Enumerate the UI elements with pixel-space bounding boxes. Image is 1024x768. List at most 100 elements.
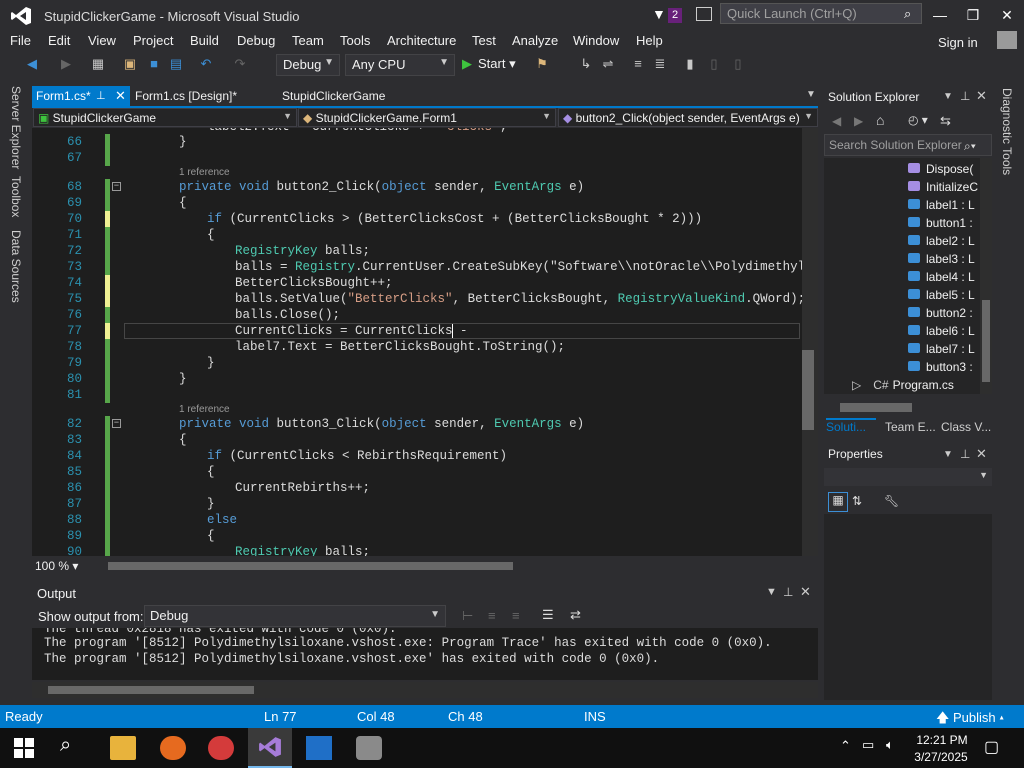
- windows-start-icon[interactable]: [14, 738, 34, 758]
- close-tab-icon[interactable]: ✕: [115, 88, 126, 104]
- menu-architecture[interactable]: Architecture: [387, 33, 456, 48]
- solution-horizontal-scroll-thumb[interactable]: [840, 403, 912, 412]
- comment-icon[interactable]: ≡: [630, 56, 646, 72]
- tree-item[interactable]: label4 : L: [908, 270, 975, 284]
- home-icon[interactable]: ⌂: [876, 112, 884, 128]
- open-file-icon[interactable]: ▣: [122, 56, 138, 72]
- output-scroll-thumb[interactable]: [48, 686, 254, 694]
- account-icon[interactable]: [997, 31, 1017, 49]
- class-nav-select[interactable]: ◆ StupidClickerGame.Form1 ▼: [298, 108, 556, 127]
- tab-team-explorer[interactable]: Team E...: [885, 420, 936, 434]
- solution-pin-icon[interactable]: ⊥: [960, 89, 970, 103]
- step-icon[interactable]: ↳: [578, 56, 594, 72]
- feedback-icon[interactable]: [696, 7, 712, 21]
- editor-horizontal-scroll-thumb[interactable]: [108, 562, 513, 570]
- menu-project[interactable]: Project: [133, 33, 173, 48]
- clock-time[interactable]: 12:21 PM: [912, 733, 972, 747]
- sign-in-link[interactable]: Sign in: [938, 35, 978, 50]
- tree-item[interactable]: label2 : L: [908, 234, 975, 248]
- action-center-icon[interactable]: ▢: [984, 737, 999, 757]
- sync-icon[interactable]: ⇆: [940, 113, 951, 129]
- tree-item[interactable]: button2 :: [908, 306, 973, 320]
- menu-analyze[interactable]: Analyze: [512, 33, 558, 48]
- properties-close-icon[interactable]: ✕: [976, 446, 987, 462]
- pending-changes-icon[interactable]: ◴ ▾: [908, 113, 928, 127]
- project-nav-select[interactable]: ▣ StupidClickerGame ▼: [33, 108, 297, 127]
- menu-tools[interactable]: Tools: [340, 33, 370, 48]
- menu-team[interactable]: Team: [292, 33, 324, 48]
- menu-test[interactable]: Test: [472, 33, 496, 48]
- notification-filter-icon[interactable]: ▼: [652, 6, 666, 22]
- output-pin-icon[interactable]: ⊥: [783, 585, 793, 599]
- configuration-select[interactable]: Debug ▼: [276, 54, 340, 76]
- properties-object-select[interactable]: ▼: [824, 468, 992, 486]
- minimize-button[interactable]: —: [925, 4, 955, 26]
- member-nav-select[interactable]: ◆ button2_Click(object sender, EventArgs…: [558, 108, 818, 127]
- align-icon[interactable]: ⇌: [600, 56, 616, 72]
- properties-dropdown-icon[interactable]: ▼: [943, 449, 953, 460]
- output-close-icon[interactable]: ✕: [800, 584, 811, 600]
- back-icon[interactable]: ◀: [832, 114, 841, 128]
- pin-icon[interactable]: ⊥: [96, 89, 106, 102]
- zoom-select[interactable]: 100 % ▾: [35, 559, 78, 573]
- network-icon[interactable]: ▭: [862, 737, 874, 753]
- volume-icon[interactable]: 🔈︎: [886, 737, 894, 753]
- server-explorer-tab[interactable]: Server Explorer: [9, 86, 23, 169]
- properties-pin-icon[interactable]: ⊥: [960, 447, 970, 461]
- editor-vertical-scrollbar[interactable]: [802, 128, 818, 556]
- property-pages-icon[interactable]: 🔧︎: [884, 494, 899, 508]
- save-icon[interactable]: ■: [146, 56, 162, 72]
- restore-button[interactable]: ❐: [958, 4, 988, 26]
- clock-date[interactable]: 3/27/2025: [906, 750, 976, 764]
- search-icon[interactable]: ⌕: [904, 6, 911, 22]
- solution-tree[interactable]: Dispose( InitializeC label1 : L button1 …: [824, 158, 980, 394]
- menu-window[interactable]: Window: [573, 33, 619, 48]
- app-icon[interactable]: [208, 736, 234, 760]
- tree-item[interactable]: label6 : L: [908, 324, 975, 338]
- menu-build[interactable]: Build: [190, 33, 219, 48]
- undo-icon[interactable]: ↶: [198, 56, 214, 72]
- code-editor[interactable]: label2.Text = CurrentClicks + " clicks";…: [32, 128, 802, 556]
- show-hidden-icons-icon[interactable]: ⌃: [840, 738, 851, 754]
- tab-form1-design[interactable]: Form1.cs [Design]*: [135, 89, 237, 103]
- file-explorer-icon[interactable]: [110, 736, 136, 760]
- prev-message-icon[interactable]: ≡: [488, 608, 496, 623]
- menu-help[interactable]: Help: [636, 33, 663, 48]
- solution-close-icon[interactable]: ✕: [976, 88, 987, 104]
- tree-item[interactable]: button3 :: [908, 360, 973, 374]
- forward-icon[interactable]: ▶: [58, 56, 74, 72]
- tree-item[interactable]: label5 : L: [908, 288, 975, 302]
- output-source-select[interactable]: Debug ▼: [144, 605, 446, 627]
- alphabetical-icon[interactable]: ⇅: [852, 494, 862, 508]
- tab-project[interactable]: StupidClickerGame: [282, 89, 385, 103]
- app-icon[interactable]: [306, 736, 332, 760]
- menu-view[interactable]: View: [88, 33, 116, 48]
- firefox-icon[interactable]: [160, 736, 186, 760]
- editor-scroll-thumb[interactable]: [802, 350, 814, 430]
- platform-select[interactable]: Any CPU ▼: [345, 54, 455, 76]
- menu-edit[interactable]: Edit: [48, 33, 70, 48]
- quick-launch-input[interactable]: Quick Launch (Ctrl+Q): [720, 3, 922, 24]
- forward-icon[interactable]: ▶: [854, 114, 863, 128]
- word-wrap-icon[interactable]: ⇄: [570, 607, 581, 623]
- bookmark-icon[interactable]: ▮: [682, 56, 698, 72]
- solution-scroll-thumb[interactable]: [982, 300, 990, 382]
- gimp-icon[interactable]: [356, 736, 382, 760]
- categorized-icon[interactable]: ▦: [828, 492, 848, 512]
- output-text[interactable]: The thread 0x2818 has exited with code 0…: [32, 628, 818, 680]
- save-all-icon[interactable]: ▤: [168, 56, 184, 72]
- search-icon[interactable]: ⌕▾: [964, 139, 976, 154]
- prev-bookmark-icon[interactable]: ▯: [706, 56, 722, 72]
- back-icon[interactable]: ◀: [24, 56, 40, 72]
- tree-item-program-cs[interactable]: ▷ C# Program.cs: [852, 378, 954, 392]
- tree-item[interactable]: label1 : L: [908, 198, 975, 212]
- toolbox-tab[interactable]: Toolbox: [9, 176, 23, 217]
- new-project-icon[interactable]: ▦: [90, 56, 106, 72]
- next-bookmark-icon[interactable]: ▯: [730, 56, 746, 72]
- menu-file[interactable]: File: [10, 33, 31, 48]
- solution-dropdown-icon[interactable]: ▼: [943, 91, 953, 102]
- tree-item[interactable]: InitializeC: [908, 180, 978, 194]
- next-message-icon[interactable]: ≡: [512, 608, 520, 623]
- find-message-icon[interactable]: ⊢: [462, 608, 473, 624]
- notification-badge[interactable]: 2: [668, 8, 683, 23]
